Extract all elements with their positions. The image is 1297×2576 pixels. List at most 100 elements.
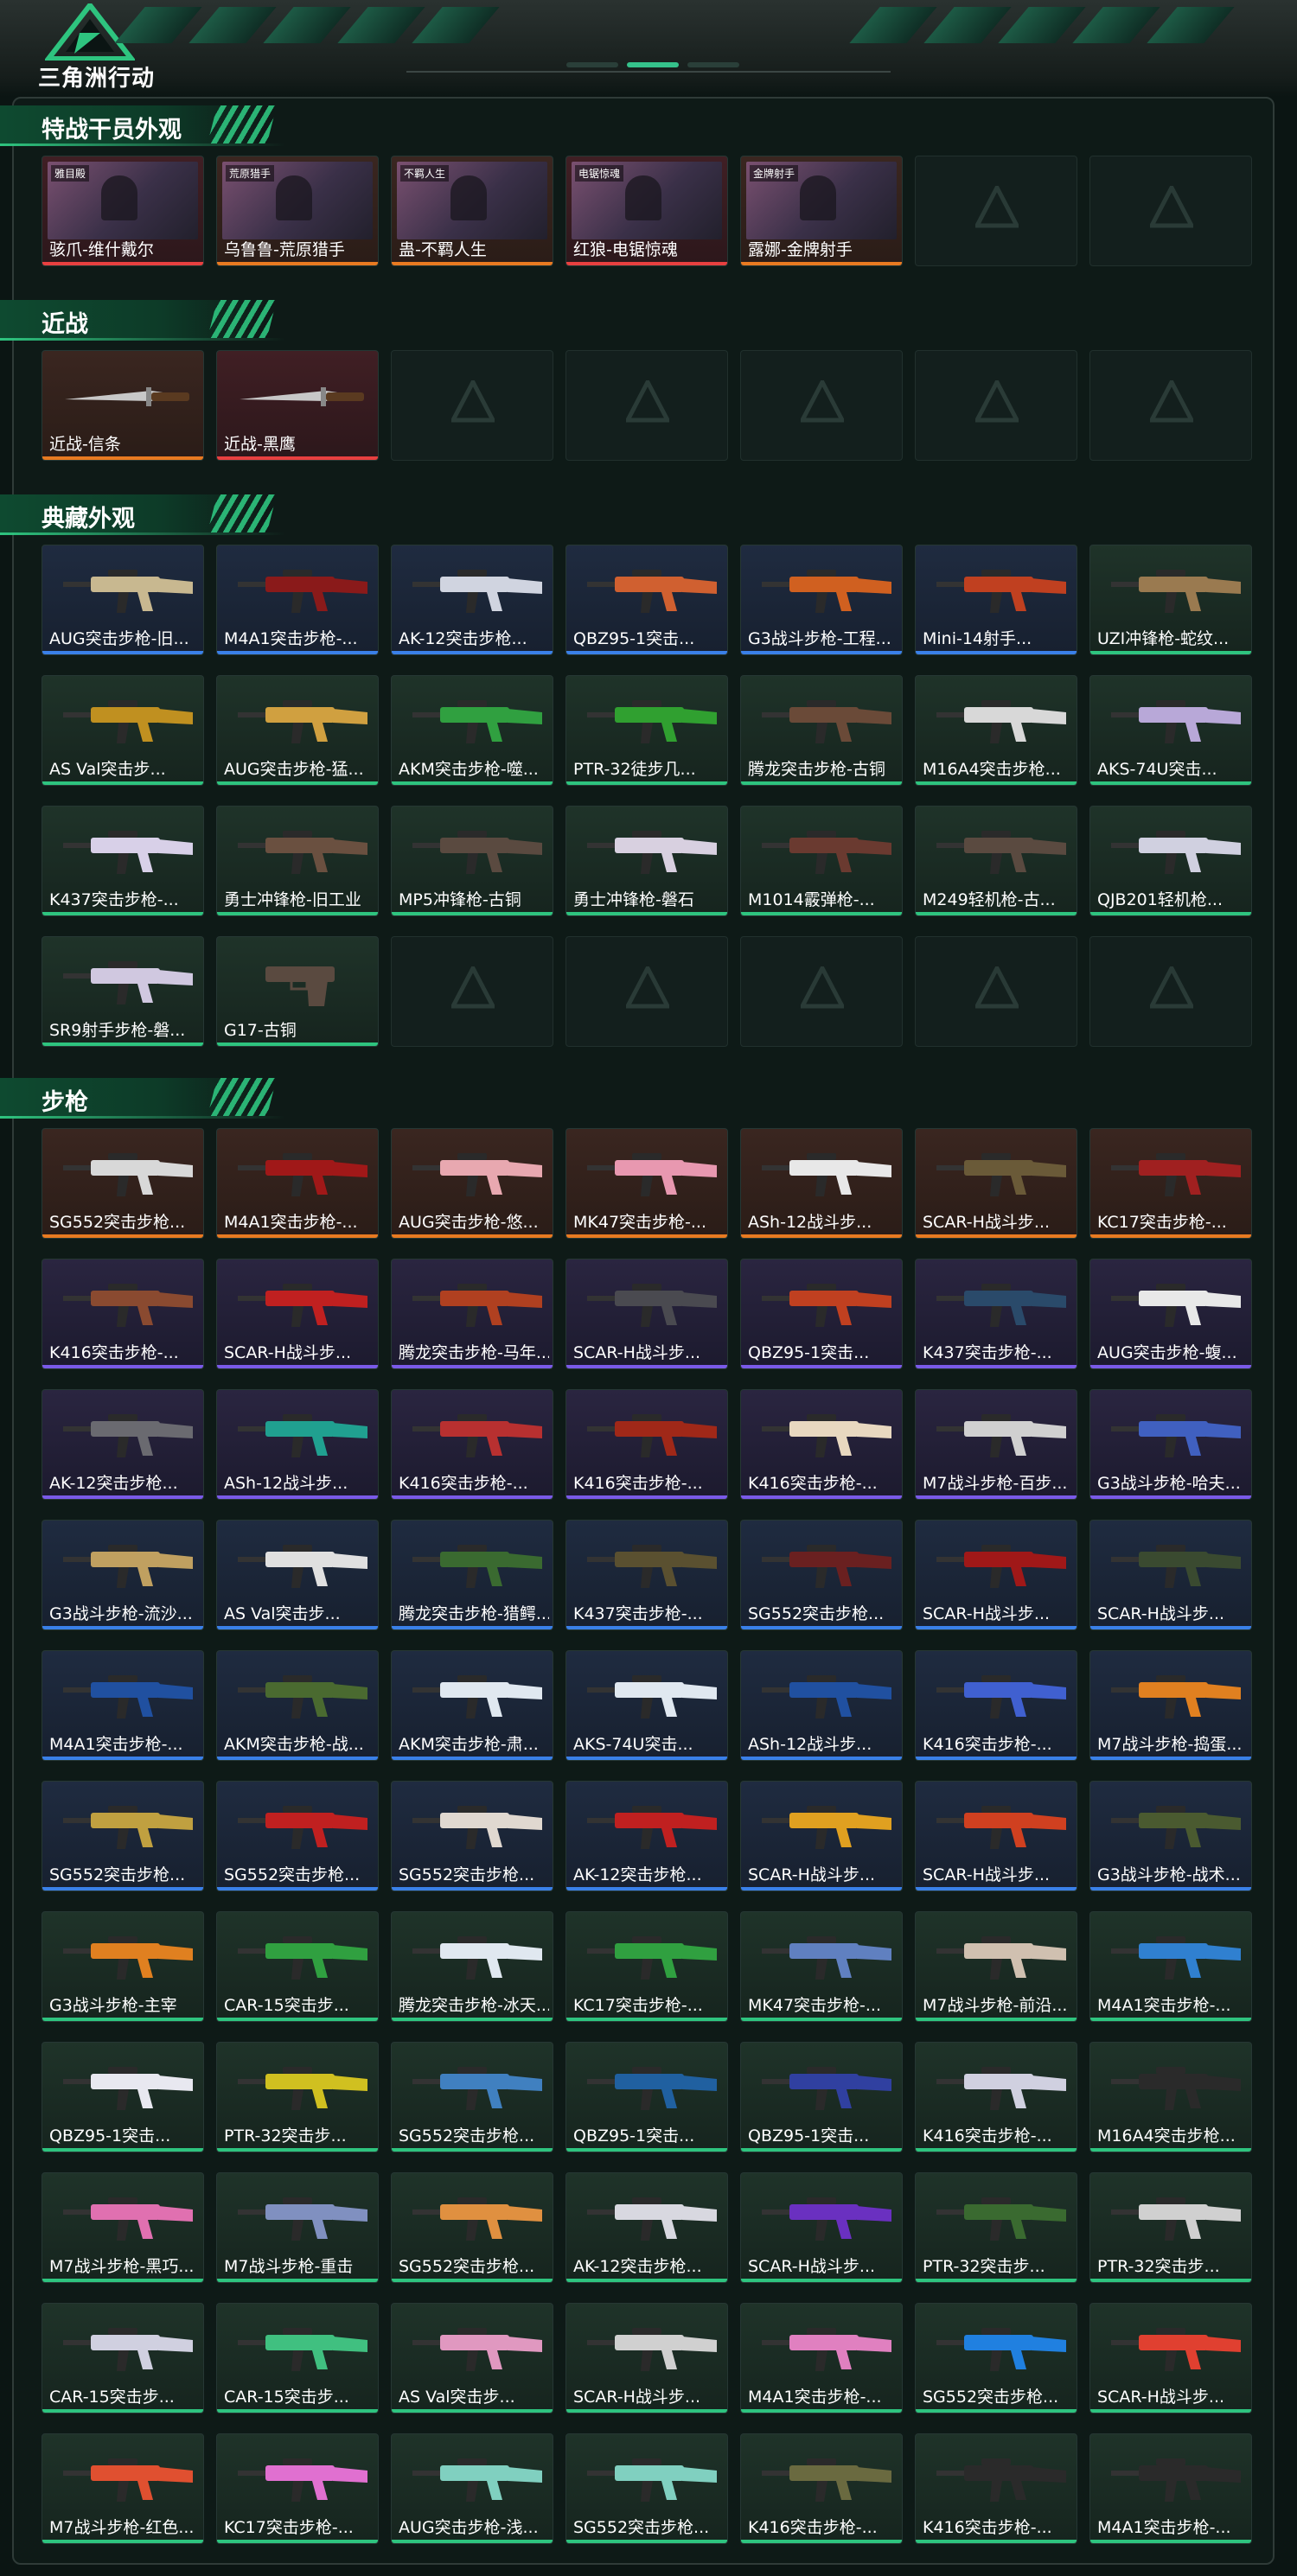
skin-card[interactable]: AK-12突击步枪... xyxy=(565,1781,728,1891)
skin-card[interactable]: SG552突击步枪... xyxy=(42,1128,204,1239)
skin-card[interactable]: AKM突击步枪-战... xyxy=(216,1650,379,1761)
skin-card[interactable]: AK-12突击步枪... xyxy=(391,545,553,655)
skin-card[interactable]: SG552突击步枪... xyxy=(391,2172,553,2283)
skin-card[interactable]: KC17突击步枪-... xyxy=(1089,1128,1252,1239)
skin-card[interactable]: QBZ95-1突击... xyxy=(740,2042,903,2152)
skin-card[interactable]: AK-12突击步枪... xyxy=(42,1389,204,1500)
skin-card[interactable]: G17-古铜 xyxy=(216,936,379,1047)
skin-card[interactable]: 雅目殿 骇爪-维什戴尔 xyxy=(42,156,204,266)
skin-card[interactable]: CAR-15突击步... xyxy=(216,2303,379,2413)
skin-card[interactable]: ASh-12战斗步... xyxy=(740,1650,903,1761)
skin-card[interactable]: K416突击步枪-... xyxy=(740,2433,903,2544)
skin-card[interactable]: QBZ95-1突击... xyxy=(565,2042,728,2152)
skin-card[interactable]: MK47突击步枪-... xyxy=(740,1911,903,2022)
skin-card[interactable]: M249轻机枪-古... xyxy=(915,806,1077,916)
skin-card[interactable]: SCAR-H战斗步... xyxy=(1089,2303,1252,2413)
skin-card[interactable]: 腾龙突击步枪-猎鳄... xyxy=(391,1520,553,1630)
skin-card[interactable]: 腾龙突击步枪-古铜 xyxy=(740,675,903,786)
skin-card[interactable]: ASh-12战斗步... xyxy=(216,1389,379,1500)
skin-card[interactable]: SG552突击步枪... xyxy=(42,1781,204,1891)
skin-card[interactable]: M7战斗步枪-前沿... xyxy=(915,1911,1077,2022)
page-dot[interactable] xyxy=(627,62,679,67)
skin-card[interactable]: KC17突击步枪-... xyxy=(565,1911,728,2022)
skin-card[interactable]: AKS-74U突击... xyxy=(1089,675,1252,786)
skin-card[interactable]: AUG突击步枪-浅... xyxy=(391,2433,553,2544)
skin-card[interactable]: SR9射手步枪-磐... xyxy=(42,936,204,1047)
skin-card[interactable]: M4A1突击步枪-... xyxy=(740,2303,903,2413)
skin-card[interactable]: AUG突击步枪-旧... xyxy=(42,545,204,655)
skin-card[interactable]: CAR-15突击步... xyxy=(42,2303,204,2413)
skin-card[interactable]: AK-12突击步枪... xyxy=(565,2172,728,2283)
skin-card[interactable]: M1014霰弹枪-... xyxy=(740,806,903,916)
skin-card[interactable]: PTR-32突击步... xyxy=(1089,2172,1252,2283)
skin-card[interactable]: SG552突击步枪... xyxy=(216,1781,379,1891)
skin-card[interactable]: M7战斗步枪-百步... xyxy=(915,1389,1077,1500)
skin-card[interactable]: PTR-32徒步几... xyxy=(565,675,728,786)
skin-card[interactable]: M4A1突击步枪-... xyxy=(216,545,379,655)
skin-card[interactable]: SCAR-H战斗步... xyxy=(216,1259,379,1369)
skin-card[interactable]: M7战斗步枪-捣蛋... xyxy=(1089,1650,1252,1761)
skin-card[interactable]: AUG突击步枪-猛... xyxy=(216,675,379,786)
skin-card[interactable]: SG552突击步枪... xyxy=(740,1520,903,1630)
skin-card[interactable]: AUG突击步枪-蝮... xyxy=(1089,1259,1252,1369)
skin-card[interactable]: G3战斗步枪-流沙... xyxy=(42,1520,204,1630)
skin-card[interactable]: SCAR-H战斗步... xyxy=(740,1781,903,1891)
skin-card[interactable]: M4A1突击步枪-... xyxy=(216,1128,379,1239)
skin-card[interactable]: G3战斗步枪-哈夫... xyxy=(1089,1389,1252,1500)
skin-card[interactable]: SCAR-H战斗步... xyxy=(565,2303,728,2413)
skin-card[interactable]: K416突击步枪-... xyxy=(740,1389,903,1500)
skin-card[interactable]: AS Val突击步... xyxy=(391,2303,553,2413)
skin-card[interactable]: M7战斗步枪-黑巧... xyxy=(42,2172,204,2283)
skin-card[interactable]: M7战斗步枪-红色... xyxy=(42,2433,204,2544)
skin-card[interactable]: K416突击步枪-... xyxy=(915,2433,1077,2544)
skin-card[interactable]: M16A4突击步枪... xyxy=(1089,2042,1252,2152)
skin-card[interactable]: UZI冲锋枪-蛇纹... xyxy=(1089,545,1252,655)
skin-card[interactable]: K416突击步枪-... xyxy=(565,1389,728,1500)
skin-card[interactable]: AKS-74U突击... xyxy=(565,1650,728,1761)
skin-card[interactable]: M7战斗步枪-重击 xyxy=(216,2172,379,2283)
skin-card[interactable]: MK47突击步枪-... xyxy=(565,1128,728,1239)
skin-card[interactable]: G3战斗步枪-工程... xyxy=(740,545,903,655)
skin-card[interactable]: ASh-12战斗步... xyxy=(740,1128,903,1239)
skin-card[interactable]: M16A4突击步枪... xyxy=(915,675,1077,786)
skin-card[interactable]: SCAR-H战斗步... xyxy=(915,1781,1077,1891)
skin-card[interactable]: SCAR-H战斗步... xyxy=(915,1520,1077,1630)
skin-card[interactable]: 腾龙突击步枪-马年... xyxy=(391,1259,553,1369)
skin-card[interactable]: K437突击步枪-... xyxy=(565,1520,728,1630)
skin-card[interactable]: M4A1突击步枪-... xyxy=(1089,1911,1252,2022)
skin-card[interactable]: QBZ95-1突击... xyxy=(42,2042,204,2152)
skin-card[interactable]: SCAR-H战斗步... xyxy=(565,1259,728,1369)
skin-card[interactable]: PTR-32突击步... xyxy=(915,2172,1077,2283)
skin-card[interactable]: QJB201轻机枪... xyxy=(1089,806,1252,916)
skin-card[interactable]: 勇士冲锋枪-旧工业 xyxy=(216,806,379,916)
skin-card[interactable]: K437突击步枪-... xyxy=(42,806,204,916)
skin-card[interactable]: PTR-32突击步... xyxy=(216,2042,379,2152)
skin-card[interactable]: MP5冲锋枪-古铜 xyxy=(391,806,553,916)
skin-card[interactable]: K416突击步枪-... xyxy=(915,1650,1077,1761)
skin-card[interactable]: AS Val突击步... xyxy=(216,1520,379,1630)
page-dot[interactable] xyxy=(566,62,618,67)
skin-card[interactable]: CAR-15突击步... xyxy=(216,1911,379,2022)
skin-card[interactable]: Mini-14射手... xyxy=(915,545,1077,655)
skin-card[interactable]: M4A1突击步枪-... xyxy=(1089,2433,1252,2544)
skin-card[interactable]: QBZ95-1突击... xyxy=(740,1259,903,1369)
skin-card[interactable]: K437突击步枪-... xyxy=(915,1259,1077,1369)
skin-card[interactable]: SCAR-H战斗步... xyxy=(1089,1520,1252,1630)
skin-card[interactable]: SCAR-H战斗步... xyxy=(915,1128,1077,1239)
skin-card[interactable]: QBZ95-1突击... xyxy=(565,545,728,655)
skin-card[interactable]: SG552突击步枪... xyxy=(915,2303,1077,2413)
skin-card[interactable]: 荒原猎手 乌鲁鲁-荒原猎手 xyxy=(216,156,379,266)
skin-card[interactable]: AS Val突击步... xyxy=(42,675,204,786)
skin-card[interactable]: 近战-黑鹰 xyxy=(216,350,379,461)
skin-card[interactable]: K416突击步枪-... xyxy=(915,2042,1077,2152)
skin-card[interactable]: SG552突击步枪... xyxy=(391,1781,553,1891)
skin-card[interactable]: AUG突击步枪-悠... xyxy=(391,1128,553,1239)
skin-card[interactable]: G3战斗步枪-主宰 xyxy=(42,1911,204,2022)
skin-card[interactable]: 近战-信条 xyxy=(42,350,204,461)
skin-card[interactable]: SG552突击步枪... xyxy=(565,2433,728,2544)
skin-card[interactable]: M4A1突击步枪-... xyxy=(42,1650,204,1761)
skin-card[interactable]: SCAR-H战斗步... xyxy=(740,2172,903,2283)
skin-card[interactable]: 金牌射手 露娜-金牌射手 xyxy=(740,156,903,266)
skin-card[interactable]: 勇士冲锋枪-磐石 xyxy=(565,806,728,916)
skin-card[interactable]: 电锯惊魂 红狼-电锯惊魂 xyxy=(565,156,728,266)
